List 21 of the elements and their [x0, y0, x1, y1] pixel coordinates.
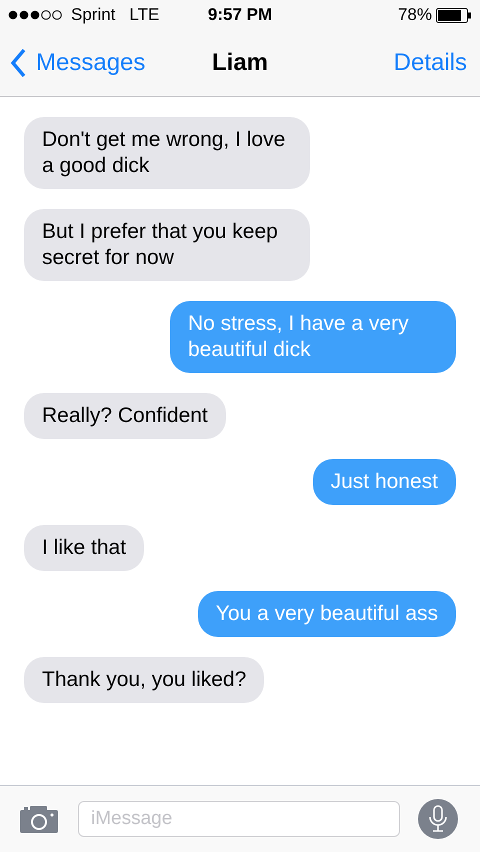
received-message: Really? Confident: [24, 393, 226, 439]
battery-icon: [436, 8, 472, 22]
sent-message: Just honest: [312, 459, 456, 505]
battery-percent: 78%: [398, 5, 432, 25]
microphone-icon: [428, 805, 448, 833]
received-message: But I prefer that you keep secret for now: [24, 209, 310, 281]
received-message: Don't get me wrong, I love a good dick: [24, 117, 310, 189]
sent-message: No stress, I have a very beautiful dick: [170, 301, 456, 373]
received-message: Thank you, you liked?: [24, 657, 264, 703]
contact-name: Liam: [210, 49, 269, 77]
camera-icon[interactable]: [20, 805, 60, 833]
back-chevron-icon: [10, 48, 26, 78]
back-button[interactable]: Messages: [10, 48, 146, 78]
carrier-name: Sprint: [71, 5, 116, 25]
received-message: I like that: [24, 525, 144, 571]
message-input[interactable]: iMessage: [78, 801, 400, 837]
sent-message: You a very beautiful ass: [198, 591, 456, 637]
network-type: LTE: [129, 5, 160, 25]
microphone-button[interactable]: [418, 799, 458, 839]
status-time: 9:57 PM: [208, 5, 272, 25]
details-button[interactable]: Details: [394, 49, 467, 77]
